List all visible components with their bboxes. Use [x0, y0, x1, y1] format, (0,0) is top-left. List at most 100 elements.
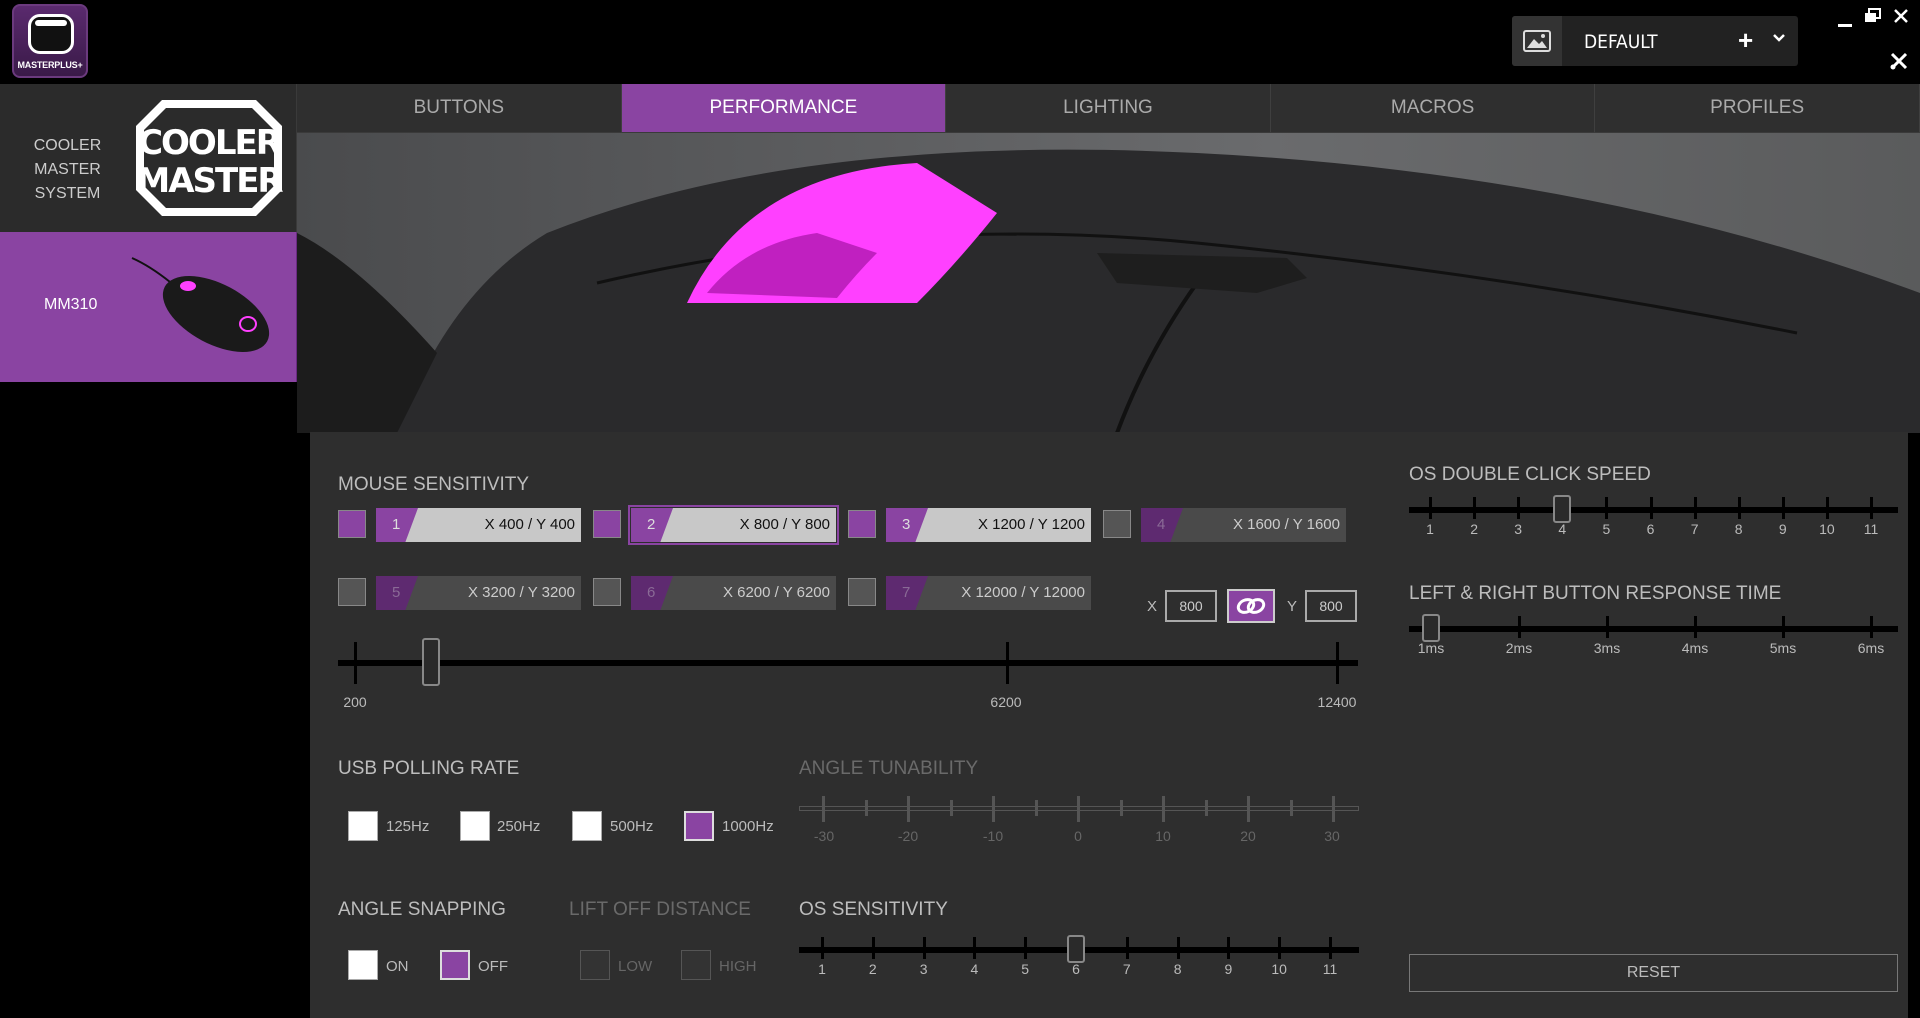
os-sensitivity-tick	[922, 937, 926, 959]
response-time-track	[1409, 626, 1898, 632]
dpi-slot-7-checkbox[interactable]	[848, 578, 876, 606]
polling-125-checkbox[interactable]	[348, 811, 378, 841]
double-click-tick	[1870, 497, 1873, 519]
polling-250-checkbox[interactable]	[460, 811, 490, 841]
angle-tick	[907, 796, 910, 822]
dpi-mid-label: 6200	[990, 694, 1022, 710]
angle-snapping-off-checkbox[interactable]	[440, 950, 470, 980]
x-label: X	[1147, 598, 1158, 615]
dpi-slider-tick	[1336, 642, 1339, 684]
chevron-down-icon[interactable]	[1772, 30, 1786, 46]
dpi-slot-1-checkbox[interactable]	[338, 510, 366, 538]
dpi-slider-tick	[1006, 642, 1009, 684]
response-time-title: LEFT & RIGHT BUTTON RESPONSE TIME	[1409, 583, 1782, 604]
dpi-slot-4-checkbox[interactable]	[1103, 510, 1131, 538]
dpi-slot-6-checkbox[interactable]	[593, 578, 621, 606]
lift-off-low-label: LOW	[618, 958, 653, 975]
response-time-tick	[1870, 616, 1873, 638]
close-icon[interactable]	[1890, 8, 1912, 28]
os-sensitivity-label: 1	[818, 961, 826, 977]
tab-performance[interactable]: PERFORMANCE	[621, 84, 947, 133]
app-logo-text: MASTERPLUS+	[17, 60, 83, 70]
polling-1000-checkbox[interactable]	[684, 811, 714, 841]
dpi-slot-value: X 3200 / Y 3200	[467, 584, 575, 601]
angle-label: -10	[982, 828, 1004, 844]
tab-buttons[interactable]: BUTTONS	[297, 84, 622, 133]
polling-500-label: 500Hz	[610, 818, 654, 835]
angle-label: 10	[1155, 828, 1171, 844]
dpi-slot-number: 1	[376, 508, 418, 542]
double-click-label: 6	[1646, 521, 1655, 537]
os-sensitivity-label: 4	[970, 961, 979, 977]
x-dpi-input[interactable]: 800	[1165, 590, 1217, 622]
dpi-slot-6[interactable]: 6 X 6200 / Y 6200	[631, 576, 836, 610]
polling-125-label: 125Hz	[386, 818, 430, 835]
double-click-tick	[1649, 497, 1653, 519]
os-sensitivity-title: OS SENSITIVITY	[799, 899, 948, 920]
os-sensitivity-tick	[821, 937, 824, 959]
double-click-label: 5	[1602, 521, 1611, 537]
dpi-slot-2-checkbox[interactable]	[593, 510, 621, 538]
double-click-title: OS DOUBLE CLICK SPEED	[1409, 464, 1651, 485]
dpi-slot-value: X 800 / Y 800	[739, 516, 830, 533]
response-time-handle[interactable]	[1422, 614, 1440, 642]
lift-off-title: LIFT OFF DISTANCE	[569, 899, 751, 920]
dpi-slot-4[interactable]: 4 X 1600 / Y 1600	[1141, 508, 1346, 542]
minimize-icon[interactable]	[1834, 12, 1856, 32]
dpi-slot-5[interactable]: 5 X 3200 / Y 3200	[376, 576, 581, 610]
angle-label: -20	[897, 828, 919, 844]
double-click-label: 1	[1426, 521, 1434, 537]
dpi-slider-track	[338, 660, 1358, 666]
double-click-tick	[1781, 497, 1785, 519]
dpi-slot-1[interactable]: 1 X 400 / Y 400	[376, 508, 581, 542]
os-sensitivity-label: 3	[919, 961, 928, 977]
angle-label: 0	[1074, 828, 1082, 844]
lift-off-low-checkbox	[580, 950, 610, 980]
os-sensitivity-label: 9	[1224, 961, 1233, 977]
response-time-label: 2ms	[1505, 640, 1533, 656]
dpi-slot-number: 2	[631, 508, 673, 542]
dpi-slot-value: X 12000 / Y 12000	[961, 584, 1085, 601]
dpi-slot-5-checkbox[interactable]	[338, 578, 366, 606]
profile-selector[interactable]: DEFAULT +	[1512, 16, 1798, 66]
reset-button[interactable]: RESET	[1409, 954, 1898, 992]
profile-name: DEFAULT	[1584, 31, 1658, 53]
angle-snapping-on-checkbox[interactable]	[348, 950, 378, 980]
response-time-label: 6ms	[1857, 640, 1885, 656]
os-sensitivity-tick	[1176, 937, 1180, 959]
double-click-label: 11	[1863, 521, 1879, 537]
sidebar-item-system[interactable]: COOLER MASTER SYSTEM COOLER MASTER	[0, 84, 297, 232]
lift-off-high-label: HIGH	[719, 958, 757, 975]
double-click-handle[interactable]	[1553, 495, 1572, 523]
angle-tick	[864, 800, 868, 816]
tab-macros[interactable]: MACROS	[1270, 84, 1596, 133]
double-click-label: 7	[1690, 521, 1699, 537]
angle-tick	[949, 800, 953, 816]
angle-tick	[1332, 796, 1335, 822]
tools-icon[interactable]	[1888, 52, 1910, 74]
tab-profiles[interactable]: PROFILES	[1595, 84, 1920, 133]
dpi-slot-value: X 1200 / Y 1200	[977, 516, 1085, 533]
image-icon[interactable]	[1512, 16, 1562, 66]
svg-text:COOLER: COOLER	[138, 123, 282, 163]
double-click-track	[1409, 507, 1898, 513]
double-click-label: 2	[1470, 521, 1478, 537]
tab-lighting[interactable]: LIGHTING	[946, 84, 1271, 133]
sidebar-system-label: COOLER MASTER SYSTEM	[33, 137, 102, 202]
dpi-slot-3[interactable]: 3 X 1200 / Y 1200	[886, 508, 1091, 542]
plus-icon[interactable]: +	[1738, 25, 1753, 56]
response-time-tick	[1782, 616, 1785, 638]
dpi-slider-handle[interactable]	[422, 638, 440, 686]
sidebar-item-mm310[interactable]: MM310	[0, 232, 297, 382]
restore-icon[interactable]	[1862, 8, 1884, 28]
os-sensitivity-handle[interactable]	[1067, 935, 1085, 963]
os-sensitivity-label: 6	[1072, 961, 1080, 977]
y-dpi-input[interactable]: 800	[1305, 590, 1357, 622]
os-sensitivity-label: 7	[1122, 961, 1131, 977]
dpi-slot-3-checkbox[interactable]	[848, 510, 876, 538]
dpi-slot-7[interactable]: 7 X 12000 / Y 12000	[886, 576, 1091, 610]
dpi-slot-2[interactable]: 2 X 800 / Y 800	[628, 505, 839, 545]
link-icon[interactable]	[1227, 589, 1275, 623]
polling-1000-label: 1000Hz	[722, 818, 774, 835]
polling-500-checkbox[interactable]	[572, 811, 602, 841]
